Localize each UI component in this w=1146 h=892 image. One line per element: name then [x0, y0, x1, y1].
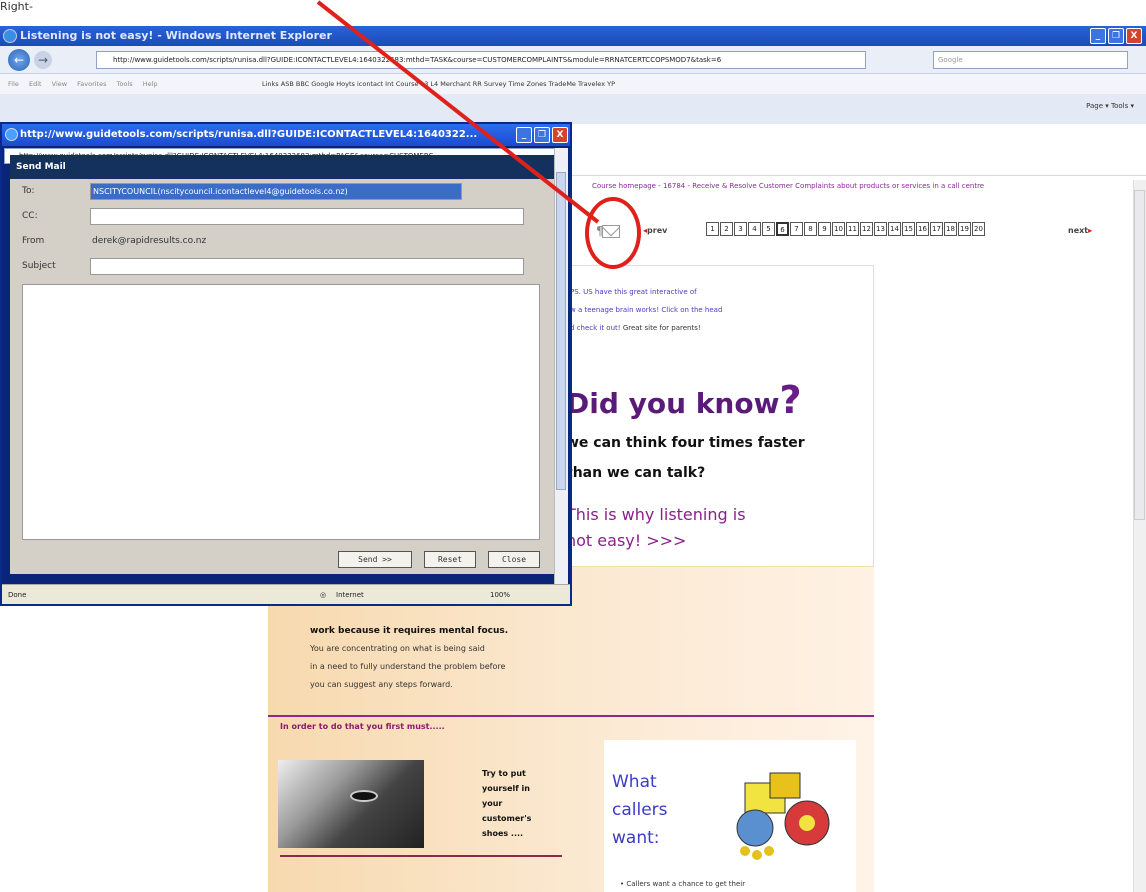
page-number-list: 1 2 3 4 5 6 7 8 9 10 11 12 13 14 15 16 17 18 19 20 [706, 222, 986, 236]
navigation-bar: ← → http://www.guidetools.com/scripts/ru… [0, 46, 1146, 74]
ie-icon [5, 128, 18, 141]
minimize-button[interactable]: _ [1090, 28, 1106, 44]
from-label: From [22, 236, 45, 246]
main-scrollbar-thumb[interactable] [1134, 190, 1145, 520]
page-number-15[interactable]: 15 [902, 222, 915, 236]
page-number-16[interactable]: 16 [916, 222, 929, 236]
page-number-8[interactable]: 8 [804, 222, 817, 236]
page-number-2[interactable]: 2 [720, 222, 733, 236]
menu-tools[interactable]: Tools [117, 80, 133, 88]
next-link[interactable]: next▸ [1068, 226, 1092, 235]
popup-close-button[interactable]: X [552, 127, 568, 143]
page-number-5[interactable]: 5 [762, 222, 775, 236]
menu-favorites[interactable]: Favorites [77, 80, 106, 88]
close-popup-button[interactable]: Close [488, 551, 540, 568]
close-button[interactable]: X [1126, 28, 1142, 44]
forward-button[interactable]: → [34, 51, 52, 69]
page-number-20[interactable]: 20 [972, 222, 985, 236]
popup-title: http://www.guidetools.com/scripts/runisa… [20, 129, 478, 140]
to-label: To: [22, 186, 35, 196]
top-stripe-text: Right- [0, 0, 33, 13]
breadcrumb: Course homepage - 16784 - Receive & Reso… [592, 182, 985, 190]
to-select[interactable]: NSCITYCOUNCIL(nscitycouncil.icontactleve… [90, 183, 462, 200]
back-button[interactable]: ← [8, 49, 30, 71]
page-number-7[interactable]: 7 [790, 222, 803, 236]
try-put-text: Try to put yourself in your customer's shoes… [482, 769, 532, 838]
what-callers-want-heading: What callers want: [612, 772, 668, 848]
callers-bullet: • Callers want a chance to get their [620, 880, 746, 888]
page-number-6[interactable]: 6 [776, 222, 789, 236]
command-bar-tools[interactable]: Page ▾ Tools ▾ [1086, 102, 1134, 110]
status-done: Done [8, 591, 27, 599]
links-bar[interactable]: Links ASB BBC Google Hoyts icontact Int … [262, 74, 615, 94]
from-value: derek@rapidresults.co.nz [92, 236, 207, 246]
send-mail-heading: Send Mail [10, 155, 555, 179]
popup-status-bar: Done ◎ Internet 100% [2, 584, 570, 604]
teen-brain-info: PS. US have this great interactive of w … [570, 288, 723, 332]
page-number-9[interactable]: 9 [818, 222, 831, 236]
top-stripe: Right- [0, 0, 1146, 26]
menu-help[interactable]: Help [143, 80, 158, 88]
focus-text: work because it requires mental focus. Y… [310, 626, 509, 689]
page-number-10[interactable]: 10 [832, 222, 845, 236]
annotation-circle [585, 197, 641, 269]
status-zoom[interactable]: 100% [490, 585, 510, 605]
main-window-titlebar[interactable]: Listening is not easy! - Windows Interne… [0, 26, 1146, 46]
page-number-17[interactable]: 17 [930, 222, 943, 236]
main-window-title: Listening is not easy! - Windows Interne… [20, 29, 332, 42]
menu-bar: File Edit View Favorites Tools Help Link… [0, 74, 1146, 94]
menu-view[interactable]: View [52, 80, 67, 88]
page-number-14[interactable]: 14 [888, 222, 901, 236]
page-number-19[interactable]: 19 [958, 222, 971, 236]
maroon-divider [280, 855, 562, 857]
menu-file[interactable]: File [8, 80, 19, 88]
face-image [278, 760, 424, 848]
page-number-4[interactable]: 4 [748, 222, 761, 236]
ie-icon [3, 29, 17, 43]
page-number-1[interactable]: 1 [706, 222, 719, 236]
maximize-button[interactable]: ❐ [1108, 28, 1124, 44]
page-number-12[interactable]: 12 [860, 222, 873, 236]
page-number-18[interactable]: 18 [944, 222, 957, 236]
toy-tractor-image [736, 772, 830, 860]
subject-label: Subject [22, 261, 56, 271]
command-bar: Page ▾ Tools ▾ [0, 94, 1146, 124]
prev-link[interactable]: ◂prev [643, 226, 667, 235]
popup-scrollbar-thumb[interactable] [556, 172, 566, 490]
did-you-know-heading: Did you know? [566, 378, 802, 422]
reset-button[interactable]: Reset [424, 551, 476, 568]
search-input[interactable]: Google [933, 51, 1128, 69]
menu-edit[interactable]: Edit [29, 80, 42, 88]
globe-icon: ◎ [320, 591, 327, 599]
popup-maximize-button[interactable]: ❐ [534, 127, 550, 143]
address-bar[interactable]: http://www.guidetools.com/scripts/runisa… [96, 51, 866, 69]
page-number-11[interactable]: 11 [846, 222, 859, 236]
cc-field[interactable] [90, 208, 524, 225]
message-body-textarea[interactable] [22, 284, 540, 540]
listening-link[interactable]: This is why listening is not easy! >>> [566, 502, 746, 554]
subject-field[interactable] [90, 258, 524, 275]
think-faster-text: we can think four times faster than we c… [566, 435, 805, 481]
popup-minimize-button[interactable]: _ [516, 127, 532, 143]
order-heading: In order to do that you first must..... [280, 722, 445, 731]
page-number-13[interactable]: 13 [874, 222, 887, 236]
send-button[interactable]: Send >> [338, 551, 412, 568]
status-zone: Internet [336, 591, 364, 599]
popup-titlebar[interactable]: http://www.guidetools.com/scripts/runisa… [2, 124, 570, 146]
page-number-3[interactable]: 3 [734, 222, 747, 236]
cc-label: CC: [22, 211, 38, 221]
